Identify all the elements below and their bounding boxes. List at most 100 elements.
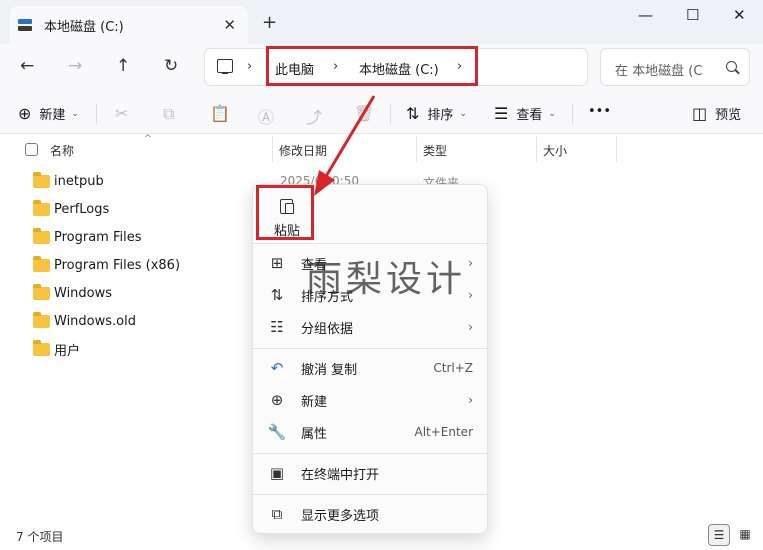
chevron-right-icon: › xyxy=(468,256,473,270)
list-item[interactable]: Program Files xyxy=(0,223,260,251)
item-count-status: 7 个项目 xyxy=(16,530,64,544)
view-button[interactable]: ☰ 查看 ⌄ xyxy=(494,104,556,123)
folder-icon xyxy=(33,255,50,272)
column-divider[interactable] xyxy=(272,136,273,162)
share-button[interactable]: ⤴ xyxy=(306,104,330,128)
tiles-view-icon[interactable]: ▦ xyxy=(734,524,756,546)
details-view-icon[interactable]: ☰ xyxy=(708,524,730,546)
scissors-icon: ✂ xyxy=(115,104,129,123)
explorer-tab-icon xyxy=(18,19,32,31)
search-box[interactable]: 在 本地磁盘 (C xyxy=(600,48,750,86)
menu-divider xyxy=(253,348,487,349)
title-bar: 本地磁盘 (C:) ✕ + — ☐ ✕ xyxy=(0,0,763,44)
search-icon[interactable] xyxy=(726,61,737,72)
preview-button-label: 预览 xyxy=(715,108,742,123)
new-button[interactable]: ⊕ 新建 ⌄ xyxy=(18,104,79,123)
command-bar: ⊕ 新建 ⌄ ✂ ⧉ 📋 Ⓐ ⤴ 🗑 ⇅ 排序 ⌄ ☰ 查看 ⌄ ••• ◫ 预… xyxy=(0,92,763,134)
computer-icon xyxy=(217,59,233,74)
annotation-highlight-paste xyxy=(256,185,314,240)
rename-button[interactable]: Ⓐ xyxy=(258,104,282,128)
menu-item-show-more-options[interactable]: ⧉ 显示更多选项 xyxy=(259,499,481,529)
shortcut-label: Ctrl+Z xyxy=(433,361,473,375)
menu-divider xyxy=(253,494,487,495)
annotation-highlight-breadcrumb xyxy=(266,46,478,86)
file-name: Windows xyxy=(54,285,113,301)
view-list-icon: ☰ xyxy=(494,104,509,123)
paste-toolbar-button[interactable]: 📋 xyxy=(210,104,238,123)
copy-icon: ⧉ xyxy=(163,104,175,123)
chevron-right-icon: › xyxy=(468,393,473,407)
up-icon[interactable]: ↑ xyxy=(116,56,130,76)
minimize-icon[interactable]: — xyxy=(638,6,653,24)
share-icon: ⤴ xyxy=(306,108,323,127)
forward-icon[interactable]: → xyxy=(68,56,82,76)
menu-item-view[interactable]: ⊞ 查看 › xyxy=(259,248,481,278)
sort-button[interactable]: ⇅ 排序 ⌄ xyxy=(406,104,467,123)
menu-item-open-in-terminal[interactable]: ▣ 在终端中打开 xyxy=(259,458,481,488)
group-list-icon: ☷ xyxy=(270,318,284,336)
breadcrumb-chevron-icon[interactable]: › xyxy=(247,59,252,74)
column-header-name[interactable]: 名称 xyxy=(50,142,74,159)
delete-button[interactable]: 🗑 xyxy=(354,104,382,123)
column-header-size[interactable]: 大小 xyxy=(543,142,567,159)
toolbar-divider xyxy=(572,104,573,124)
chevron-right-icon: › xyxy=(468,288,473,302)
menu-item-properties[interactable]: 🔧 属性 Alt+Enter xyxy=(259,417,481,447)
cut-button[interactable]: ✂ xyxy=(115,104,136,123)
column-header-type[interactable]: 类型 xyxy=(423,142,447,159)
copy-button[interactable]: ⧉ xyxy=(163,104,182,124)
chevron-right-icon: › xyxy=(468,320,473,334)
navigation-bar: ← → ↑ ↻ › 此电脑 › 本地磁盘 (C:) › 在 本地磁盘 (C xyxy=(0,44,763,92)
column-header-modified[interactable]: 修改日期 xyxy=(279,142,327,159)
menu-item-group-by[interactable]: ☷ 分组依据 › xyxy=(259,312,481,342)
refresh-icon[interactable]: ↻ xyxy=(164,56,178,76)
clipboard-icon: 📋 xyxy=(210,104,230,123)
menu-item-sort-by[interactable]: ⇅ 排序方式 › xyxy=(259,280,481,310)
menu-divider xyxy=(253,453,487,454)
folder-icon xyxy=(33,339,50,356)
more-options-button[interactable]: ••• xyxy=(588,104,619,119)
tab-title: 本地磁盘 (C:) xyxy=(44,19,124,35)
sort-icon: ⇅ xyxy=(406,104,420,123)
folder-icon xyxy=(33,311,50,328)
chevron-down-icon: ⌄ xyxy=(459,108,467,119)
active-tab[interactable]: 本地磁盘 (C:) ✕ xyxy=(10,6,248,44)
menu-item-label: 查看 xyxy=(301,257,328,273)
sort-ascending-icon: ^ xyxy=(144,134,152,144)
toolbar-divider xyxy=(96,104,97,124)
menu-item-label: 显示更多选项 xyxy=(301,508,380,524)
search-input[interactable]: 在 本地磁盘 (C xyxy=(615,60,702,79)
list-item[interactable]: inetpub xyxy=(0,167,260,195)
folder-icon xyxy=(33,283,50,300)
file-name: Windows.old xyxy=(54,313,136,329)
file-name: Program Files (x86) xyxy=(54,257,181,273)
list-item[interactable]: 用户 xyxy=(0,335,260,363)
preview-pane-icon: ◫ xyxy=(692,104,708,123)
select-all-checkbox[interactable] xyxy=(25,143,38,156)
list-item[interactable]: Windows xyxy=(0,279,260,307)
add-circle-icon: ⊕ xyxy=(270,391,284,409)
column-divider[interactable] xyxy=(616,136,617,162)
folder-icon xyxy=(33,227,50,244)
close-tab-icon[interactable]: ✕ xyxy=(223,16,236,34)
menu-item-label: 排序方式 xyxy=(301,289,354,305)
chevron-down-icon: ⌄ xyxy=(548,108,556,119)
column-divider[interactable] xyxy=(416,136,417,162)
maximize-icon[interactable]: ☐ xyxy=(686,6,699,24)
list-item[interactable]: Windows.old xyxy=(0,307,260,335)
menu-item-label: 在终端中打开 xyxy=(301,467,380,483)
column-divider[interactable] xyxy=(536,136,537,162)
close-window-icon[interactable]: ✕ xyxy=(733,6,746,24)
file-name: Program Files xyxy=(54,229,142,245)
new-tab-icon[interactable]: + xyxy=(262,12,277,33)
back-icon[interactable]: ← xyxy=(20,56,34,76)
menu-item-new[interactable]: ⊕ 新建 › xyxy=(259,385,481,415)
undo-icon: ↶ xyxy=(270,359,284,377)
list-item[interactable]: PerfLogs xyxy=(0,195,260,223)
list-item[interactable]: Program Files (x86) xyxy=(0,251,260,279)
preview-button[interactable]: ◫ 预览 xyxy=(692,104,741,123)
view-button-label: 查看 xyxy=(516,108,543,123)
grid-icon: ⊞ xyxy=(270,254,284,272)
menu-item-undo-copy[interactable]: ↶ 撤消 复制 Ctrl+Z xyxy=(259,353,481,383)
toolbar-divider xyxy=(390,104,391,124)
